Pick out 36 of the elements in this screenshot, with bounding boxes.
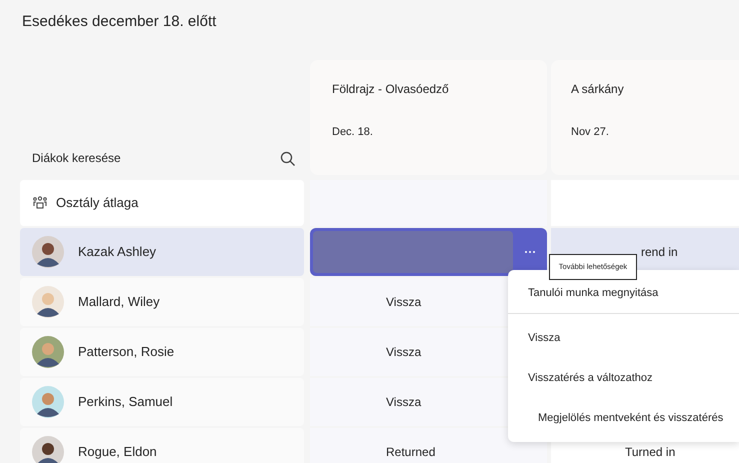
- grade-cell[interactable]: [310, 228, 547, 276]
- status-text: Turned in: [625, 444, 676, 461]
- avatar-icon: [32, 336, 64, 368]
- student-name: Rogue, Eldon: [78, 443, 157, 462]
- student-row[interactable]: Patterson, Rosie: [20, 328, 304, 376]
- student-name: Kazak Ashley: [78, 243, 156, 262]
- avatar-icon: [32, 286, 64, 318]
- status-text: Vissza: [386, 394, 422, 411]
- menu-item[interactable]: Tanulói munka megnyitása: [508, 274, 739, 314]
- grade-input[interactable]: [313, 231, 513, 273]
- student-row[interactable]: Kazak Ashley: [20, 228, 304, 276]
- search-icon[interactable]: [280, 151, 296, 167]
- student-name: Mallard, Wiley: [78, 293, 160, 312]
- student-name: Perkins, Samuel: [78, 393, 173, 412]
- student-name: Patterson, Rosie: [78, 343, 174, 362]
- status-text: Vissza: [386, 344, 422, 361]
- menu-item[interactable]: Vissza: [508, 318, 739, 358]
- people-icon: [32, 196, 48, 210]
- due-date: Nov 27.: [571, 125, 610, 140]
- menu-item[interactable]: Visszatérés a változathoz: [508, 358, 739, 398]
- search-field[interactable]: Diákok keresése: [32, 149, 232, 167]
- avatar-icon: [32, 236, 64, 268]
- class-average-label: Osztály átlaga: [56, 194, 138, 212]
- status-text: Returned: [386, 444, 436, 461]
- avatar-icon: [32, 436, 64, 463]
- status-text: rend in: [641, 244, 678, 261]
- assignment-title[interactable]: Földrajz - Olvasóedző: [332, 80, 525, 98]
- student-row[interactable]: Perkins, Samuel: [20, 378, 304, 426]
- page-heading: Esedékes december 18. előtt: [22, 12, 216, 32]
- student-row[interactable]: Rogue, Eldon: [20, 428, 304, 463]
- student-row[interactable]: Mallard, Wiley: [20, 278, 304, 326]
- status-text: Vissza: [386, 294, 422, 311]
- avatar-icon: [32, 386, 64, 418]
- due-date: Dec. 18.: [332, 125, 374, 140]
- assignment-title[interactable]: A sárkány: [571, 80, 719, 98]
- menu-item[interactable]: Megjelölés mentveként és visszatérés: [508, 398, 739, 438]
